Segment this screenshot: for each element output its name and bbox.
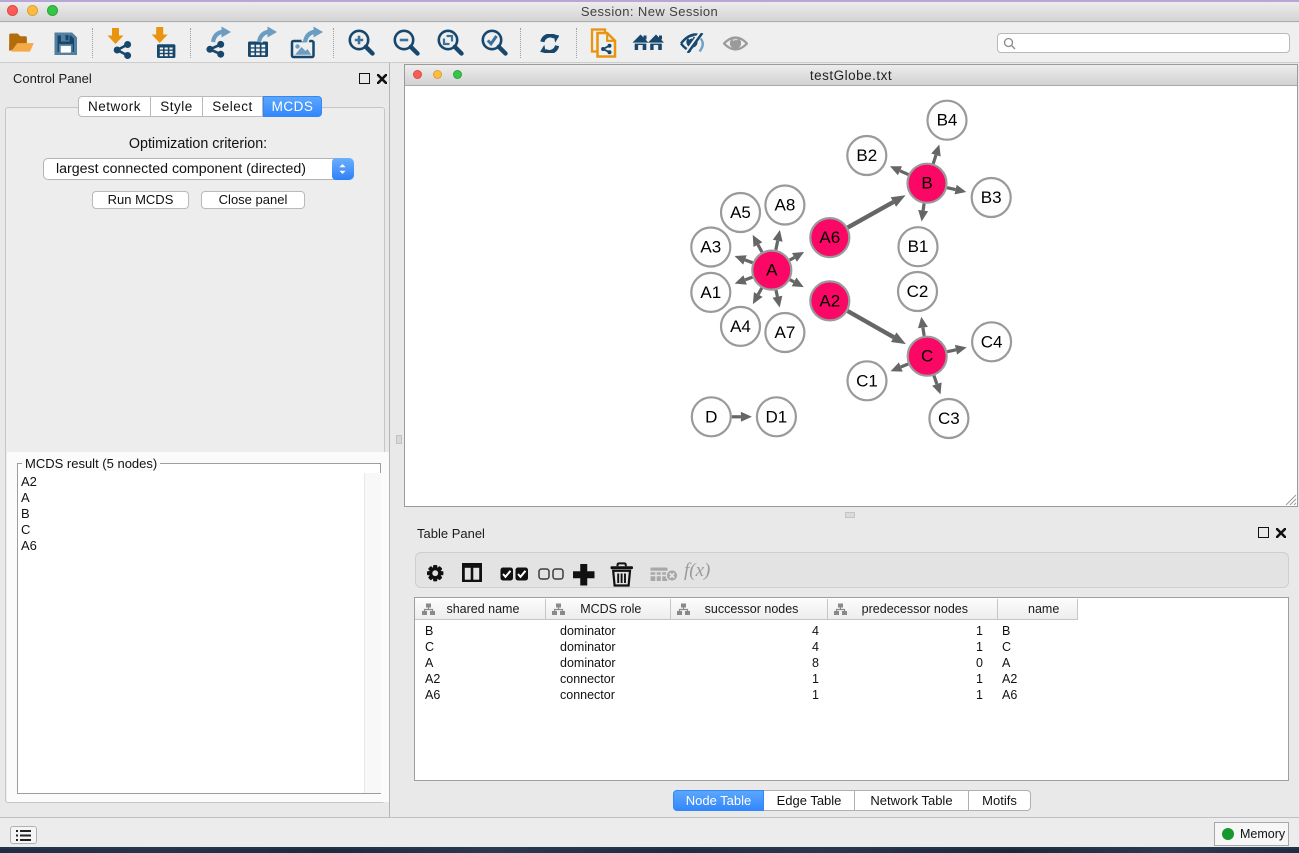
svg-text:A7: A7 — [775, 323, 796, 342]
svg-text:C2: C2 — [907, 282, 929, 301]
svg-text:A3: A3 — [700, 238, 721, 257]
svg-text:B1: B1 — [908, 237, 929, 256]
svg-text:A8: A8 — [775, 196, 796, 215]
svg-text:D1: D1 — [766, 407, 788, 426]
svg-text:A6: A6 — [819, 228, 840, 247]
svg-text:D: D — [705, 407, 717, 426]
svg-text:C: C — [921, 347, 933, 366]
svg-text:B2: B2 — [856, 146, 877, 165]
svg-text:B3: B3 — [981, 188, 1002, 207]
svg-text:C4: C4 — [981, 332, 1003, 351]
svg-text:C1: C1 — [856, 371, 878, 390]
svg-text:A: A — [766, 261, 778, 280]
svg-text:B4: B4 — [937, 111, 958, 130]
svg-text:A1: A1 — [700, 283, 721, 302]
svg-text:A5: A5 — [730, 203, 751, 222]
svg-text:A4: A4 — [730, 317, 751, 336]
svg-text:C3: C3 — [938, 409, 960, 428]
svg-text:B: B — [921, 174, 932, 193]
svg-text:A2: A2 — [819, 291, 840, 310]
